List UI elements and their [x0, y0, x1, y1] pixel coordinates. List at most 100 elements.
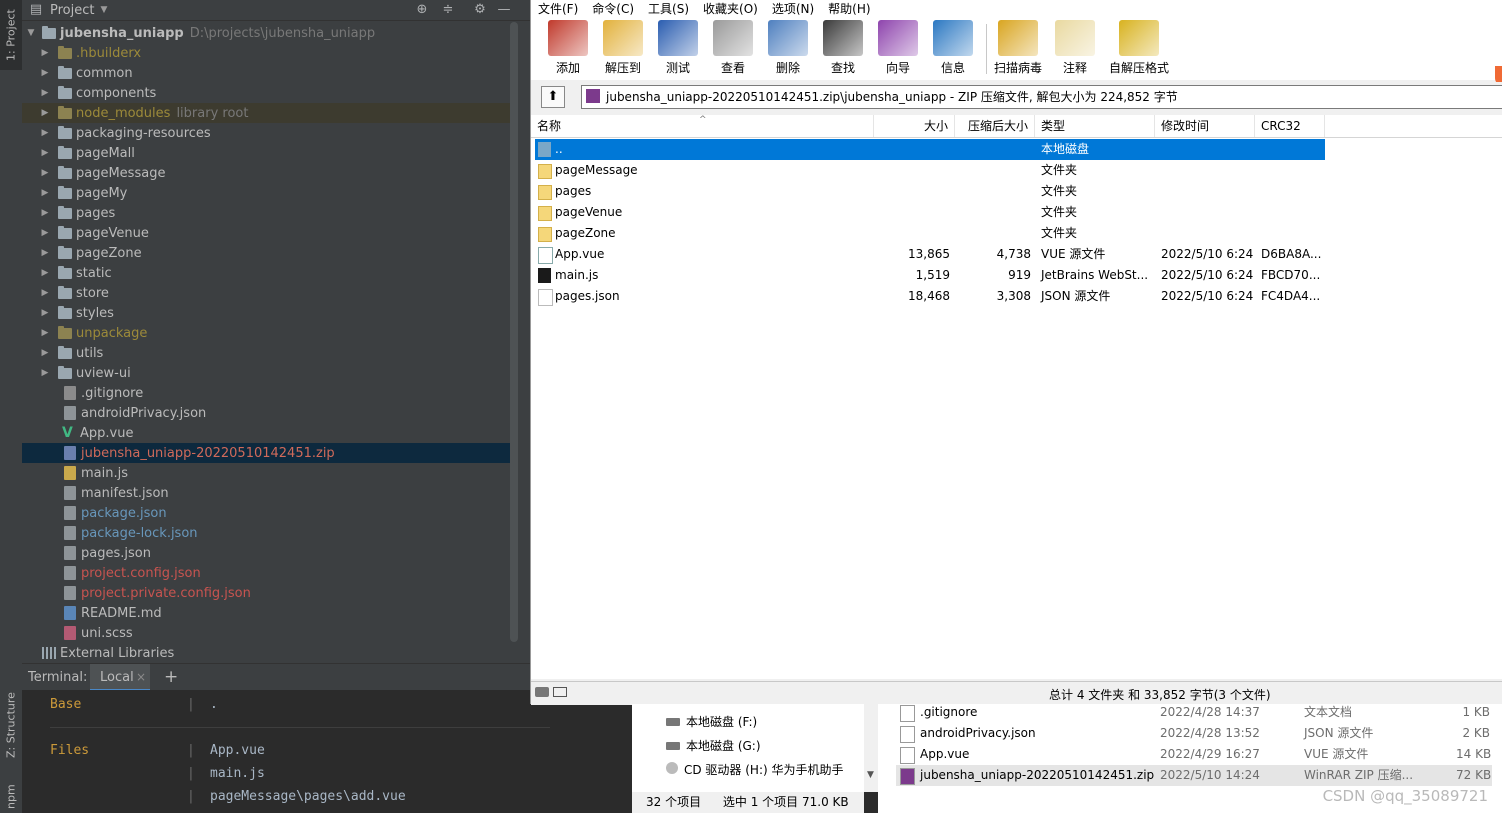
menu-item[interactable]: 工具(S) [641, 0, 696, 18]
chevron-right-icon[interactable]: ▶ [40, 248, 50, 258]
menu-item[interactable]: 收藏夹(O) [696, 0, 765, 18]
project-root[interactable]: ▼ jubensha_uniapp D:\projects\jubensha_uni… [22, 23, 518, 43]
column-crc32[interactable]: CRC32 [1255, 115, 1325, 137]
tree-file-item[interactable]: main.js [22, 463, 518, 483]
tree-folder-item[interactable]: ▶ pageMy [22, 183, 518, 203]
locate-icon[interactable]: ⊕ [414, 2, 430, 18]
column-type[interactable]: 类型 [1035, 115, 1155, 137]
npm-tool-tab[interactable]: npm [0, 780, 22, 813]
extract-to-button[interactable]: 解压到 [596, 20, 650, 76]
drive-status-icon[interactable] [535, 687, 549, 697]
tree-folder-item[interactable]: ▶ utils [22, 343, 518, 363]
archive-row[interactable]: .. 本地磁盘 [535, 139, 1325, 160]
tree-folder-item[interactable]: ▶ uview-ui [22, 363, 518, 383]
column-modified[interactable]: 修改时间 [1155, 115, 1255, 137]
chevron-right-icon[interactable]: ▶ [40, 48, 50, 58]
chevron-down-icon[interactable]: ▼ [100, 5, 107, 15]
up-folder-button[interactable]: ⬆ [541, 86, 565, 108]
chevron-right-icon[interactable]: ▶ [40, 188, 50, 198]
close-icon[interactable]: × [136, 670, 146, 684]
tree-file-item[interactable]: manifest.json [22, 483, 518, 503]
explorer-file-row[interactable]: androidPrivacy.json 2022/4/28 13:52 JSON 源… [896, 723, 1492, 744]
tree-file-item[interactable]: pages.json [22, 543, 518, 563]
tree-file-item[interactable]: project.private.config.json [22, 583, 518, 603]
chevron-right-icon[interactable]: ▶ [40, 228, 50, 238]
menu-item[interactable]: 帮助(H) [821, 0, 877, 18]
tree-folder-item[interactable]: ▶ node_modules library root [22, 103, 518, 123]
external-libraries-item[interactable]: External Libraries [22, 643, 518, 663]
tree-folder-item[interactable]: ▶ components [22, 83, 518, 103]
scan-virus-button[interactable]: 扫描病毒 [991, 20, 1045, 76]
archive-row[interactable]: pageVenue 文件夹 [535, 202, 1325, 223]
chevron-right-icon[interactable]: ▶ [40, 288, 50, 298]
explorer-file-row[interactable]: App.vue 2022/4/29 16:27 VUE 源文件 14 KB [896, 744, 1492, 765]
drive-item[interactable]: 本地磁盘 (F:) [666, 712, 757, 733]
column-name[interactable]: 名称 ^ [531, 115, 874, 137]
column-packed[interactable]: 压缩后大小 [955, 115, 1035, 137]
tree-folder-item[interactable]: ▶ .hbuilderx [22, 43, 518, 63]
archive-row[interactable]: pageMessage 文件夹 [535, 160, 1325, 181]
tree-folder-item[interactable]: ▶ pageZone [22, 243, 518, 263]
chevron-right-icon[interactable]: ▶ [40, 268, 50, 278]
key-icon[interactable] [553, 687, 567, 697]
hide-panel-icon[interactable]: — [496, 2, 512, 18]
comment-button[interactable]: 注释 [1048, 20, 1102, 76]
project-tool-tab[interactable]: 1: Project [0, 0, 22, 70]
drive-item[interactable]: 本地磁盘 (G:) [666, 736, 761, 757]
chevron-right-icon[interactable]: ▶ [40, 208, 50, 218]
tree-file-item[interactable]: package.json [22, 503, 518, 523]
explorer-file-row[interactable]: .gitignore 2022/4/28 14:37 文本文档 1 KB [896, 702, 1492, 723]
tree-folder-item[interactable]: ▶ pageVenue [22, 223, 518, 243]
chevron-right-icon[interactable]: ▶ [40, 368, 50, 378]
archive-path-field[interactable]: jubensha_uniapp-20220510142451.zip\juben… [581, 85, 1502, 109]
chevron-down-icon[interactable]: ▼ [26, 28, 36, 38]
project-tree-scrollbar[interactable] [510, 22, 518, 642]
tree-folder-item[interactable]: ▶ pageMall [22, 143, 518, 163]
structure-tool-tab[interactable]: Z: Structure [0, 680, 22, 770]
tree-file-item[interactable]: project.config.json [22, 563, 518, 583]
menu-item[interactable]: 命令(C) [585, 0, 641, 18]
chevron-right-icon[interactable]: ▶ [40, 308, 50, 318]
chevron-right-icon[interactable]: ▶ [40, 168, 50, 178]
column-size[interactable]: 大小 [874, 115, 955, 137]
archive-row[interactable]: App.vue 13,865 4,738 VUE 源文件 2022/5/10 6:24 D… [535, 244, 1325, 265]
new-terminal-plus-icon[interactable]: + [164, 667, 178, 687]
tree-file-item[interactable]: package-lock.json [22, 523, 518, 543]
tree-file-item[interactable]: androidPrivacy.json [22, 403, 518, 423]
test-button[interactable]: 测试 [651, 20, 705, 76]
explorer-nav-scrollbar[interactable]: ▼ [864, 704, 878, 792]
tree-folder-item[interactable]: ▶ common [22, 63, 518, 83]
tree-folder-item[interactable]: ▶ unpackage [22, 323, 518, 343]
tree-folder-item[interactable]: ▶ pages [22, 203, 518, 223]
tree-file-item[interactable]: uni.scss [22, 623, 518, 643]
tree-file-item[interactable]: jubensha_uniapp-20220510142451.zip [22, 443, 518, 463]
collapse-all-icon[interactable]: ≑ [440, 2, 456, 18]
archive-row[interactable]: pageZone 文件夹 [535, 223, 1325, 244]
chevron-right-icon[interactable]: ▶ [40, 128, 50, 138]
delete-button[interactable]: 删除 [761, 20, 815, 76]
view-button[interactable]: 查看 [706, 20, 760, 76]
explorer-file-row[interactable]: jubensha_uniapp-20220510142451.zip 2022/5… [896, 765, 1492, 786]
archive-row[interactable]: pages.json 18,468 3,308 JSON 源文件 2022/5/10 6… [535, 286, 1325, 307]
menu-item[interactable]: 文件(F) [531, 0, 585, 18]
archive-row[interactable]: main.js 1,519 919 JetBrains WebSt... 2022/5/… [535, 265, 1325, 286]
tree-file-item[interactable]: .gitignore [22, 383, 518, 403]
sfx-button[interactable]: 自解压格式 [1104, 20, 1174, 76]
tree-folder-item[interactable]: ▶ pageMessage [22, 163, 518, 183]
chevron-right-icon[interactable]: ▶ [40, 148, 50, 158]
tree-folder-item[interactable]: ▶ static [22, 263, 518, 283]
tree-folder-item[interactable]: ▶ packaging-resources [22, 123, 518, 143]
menu-item[interactable]: 选项(N) [765, 0, 821, 18]
chevron-down-icon[interactable]: ▼ [867, 770, 874, 780]
tree-folder-item[interactable]: ▶ store [22, 283, 518, 303]
project-panel-title[interactable]: Project [50, 3, 94, 18]
terminal-output[interactable]: Base | . Files | App.vue | main.js | pag… [22, 690, 632, 813]
archive-row[interactable]: pages 文件夹 [535, 181, 1325, 202]
chevron-right-icon[interactable]: ▶ [40, 348, 50, 358]
wizard-button[interactable]: 向导 [871, 20, 925, 76]
chevron-right-icon[interactable]: ▶ [40, 68, 50, 78]
tree-file-item[interactable]: README.md [22, 603, 518, 623]
terminal-tab-local[interactable]: Local × [90, 664, 150, 691]
find-button[interactable]: 查找 [816, 20, 870, 76]
chevron-right-icon[interactable]: ▶ [40, 88, 50, 98]
